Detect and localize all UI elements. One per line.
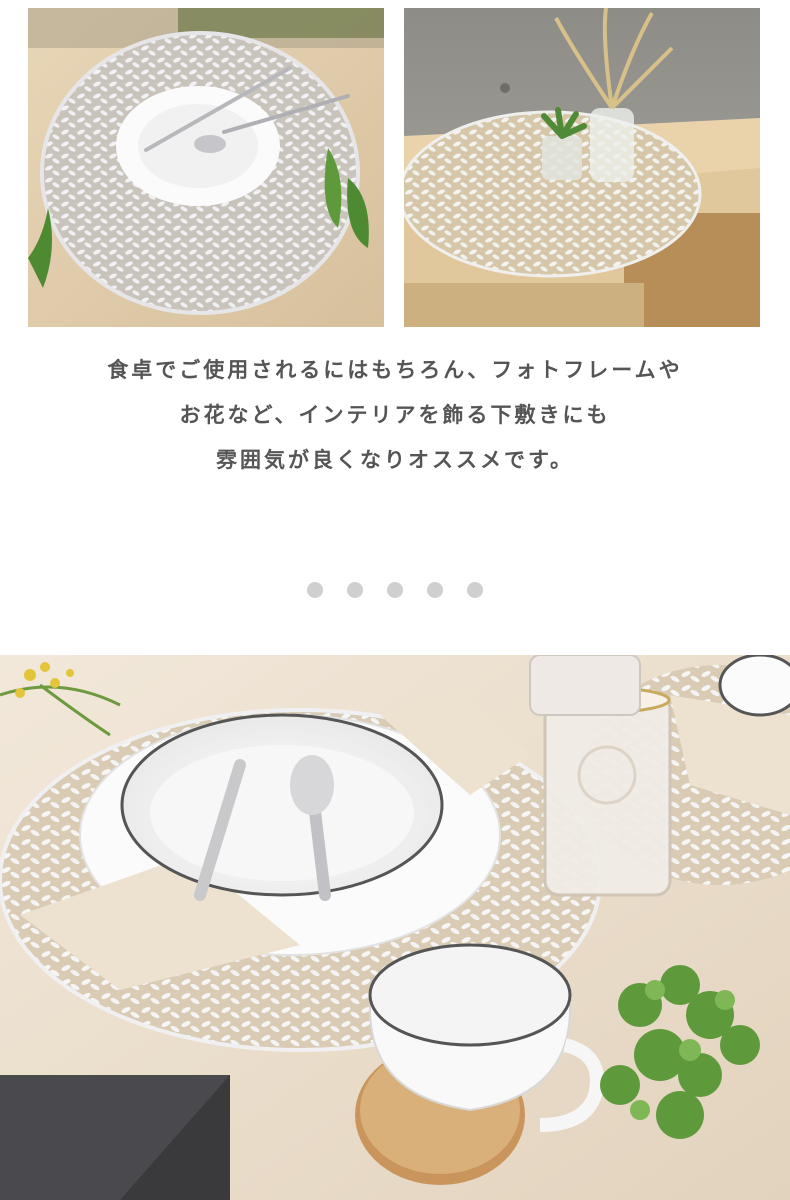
placemat-cabinet-photo (404, 8, 760, 327)
caption-text: 食卓でご使用されるにはもちろん、フォトフレームや お花など、インテリアを飾る下敷… (0, 348, 790, 483)
caption-line-3: 雰囲気が良くなりオススメです。 (216, 448, 574, 472)
table-setting-photo (0, 655, 790, 1200)
carousel-dot-1[interactable] (307, 582, 323, 598)
placemat-table-photo (28, 8, 384, 327)
carousel-dot-2[interactable] (347, 582, 363, 598)
caption-line-2: お花など、インテリアを飾る下敷きにも (179, 403, 611, 427)
placemat-table-image (28, 8, 384, 327)
carousel-dot-3[interactable] (387, 582, 403, 598)
carousel-dots (0, 580, 790, 600)
carousel-dot-5[interactable] (467, 582, 483, 598)
placemat-cabinet-image (404, 8, 760, 327)
table-setting-image (0, 655, 790, 1200)
caption-line-1: 食卓でご使用されるにはもちろん、フォトフレームや (107, 358, 683, 382)
carousel-dot-4[interactable] (427, 582, 443, 598)
